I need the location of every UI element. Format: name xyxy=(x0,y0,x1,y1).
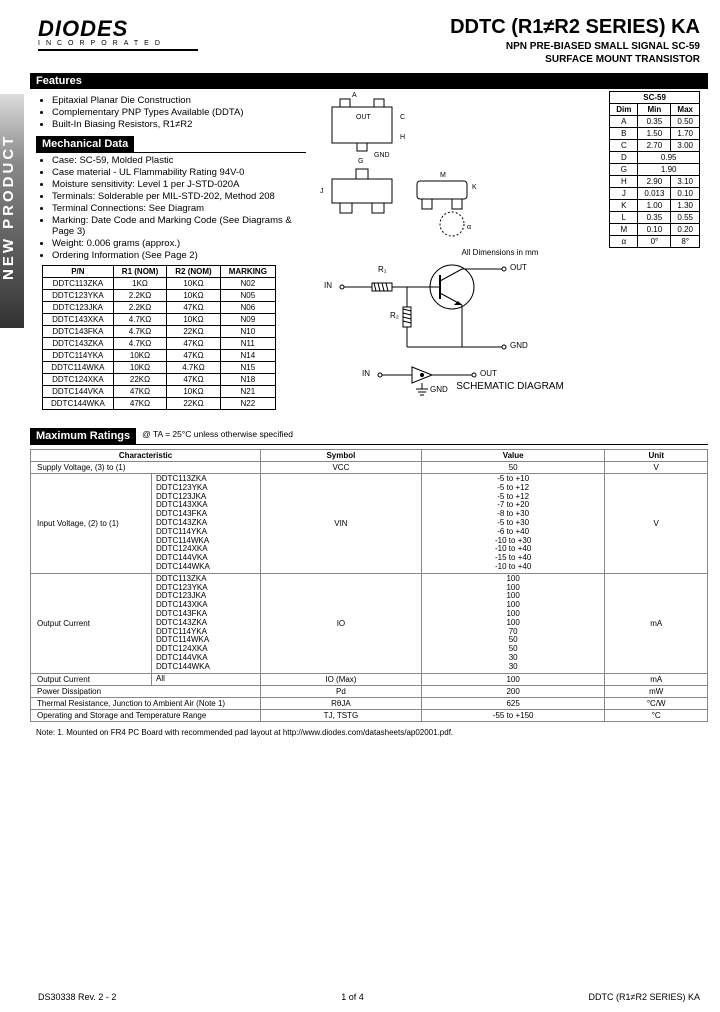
dimension-table: SC-59 DimMinMax A0.350.50 B1.501.70 C2.7… xyxy=(609,91,700,248)
footnote: Note: 1. Mounted on FR4 PC Board with re… xyxy=(30,728,708,737)
in-label2: IN xyxy=(362,369,370,378)
pn-table: P/NR1 (NOM)R2 (NOM)MARKING DDTC113ZKA1KΩ… xyxy=(42,265,276,410)
list-item: Epitaxial Planar Die Construction xyxy=(52,95,306,106)
svg-text:M: M xyxy=(440,172,446,179)
part-subtitle1: NPN PRE-BIASED SMALL SIGNAL SC-59 xyxy=(450,41,700,52)
page: NEW PRODUCT DIODES INCORPORATED DDTC (R1… xyxy=(0,0,720,1012)
out-label2: OUT xyxy=(480,369,497,378)
features-list: Epitaxial Planar Die Construction Comple… xyxy=(36,95,306,130)
content-area: DIODES INCORPORATED DDTC (R1≠R2 SERIES) … xyxy=(30,0,708,1012)
max-ratings-header-row: Maximum Ratings @ TA = 25°C unless other… xyxy=(30,424,708,444)
footnote-label: Note: xyxy=(36,728,55,737)
circuit-diagram: IN R₁ R₂ OUT GND IN OUT GND xyxy=(332,257,532,377)
mechanical-header: Mechanical Data xyxy=(36,136,134,152)
list-item: Ordering Information (See Page 2) xyxy=(52,250,306,261)
svg-text:K: K xyxy=(472,184,477,191)
out-label: OUT xyxy=(510,263,527,272)
list-item: Terminals: Solderable per MIL-STD-202, M… xyxy=(52,191,306,202)
page-footer: DS30338 Rev. 2 - 2 1 of 4 DDTC (R1≠R2 SE… xyxy=(30,988,708,1006)
dimension-caption: All Dimensions in mm xyxy=(312,248,708,257)
max-ratings-condition: @ TA = 25°C unless otherwise specified xyxy=(142,429,293,439)
svg-text:A: A xyxy=(352,92,357,99)
title-block: DDTC (R1≠R2 SERIES) KA NPN PRE-BIASED SM… xyxy=(450,16,700,65)
list-item: Complementary PNP Types Available (DDTA) xyxy=(52,107,306,118)
header: DIODES INCORPORATED DDTC (R1≠R2 SERIES) … xyxy=(30,0,708,69)
footer-mid: 1 of 4 xyxy=(341,992,364,1002)
max-ratings-table: Characteristic Symbol Value Unit Supply … xyxy=(30,449,708,722)
logo-subtext: INCORPORATED xyxy=(38,40,198,47)
footer-right: DDTC (R1≠R2 SERIES) KA xyxy=(589,992,700,1002)
footer-left: DS30338 Rev. 2 - 2 xyxy=(38,992,116,1002)
svg-text:J: J xyxy=(320,188,324,195)
features-row: Epitaxial Planar Die Construction Comple… xyxy=(30,89,708,418)
rule xyxy=(36,152,306,153)
features-col: Epitaxial Planar Die Construction Comple… xyxy=(30,89,312,418)
rule xyxy=(30,444,708,445)
list-item: Moisture sensitivity: Level 1 per J-STD-… xyxy=(52,179,306,190)
package-diagram: OUT C H A GND G J xyxy=(312,89,482,239)
new-product-sidebar: NEW PRODUCT xyxy=(0,94,24,328)
footnote-text: 1. Mounted on FR4 PC Board with recommen… xyxy=(57,728,453,737)
gnd-label: GND xyxy=(510,341,528,350)
list-item: Weight: 0.006 grams (approx.) xyxy=(52,238,306,249)
svg-text:G: G xyxy=(358,158,363,165)
list-item: Built-In Biasing Resistors, R1≠R2 xyxy=(52,119,306,130)
part-title: DDTC (R1≠R2 SERIES) KA xyxy=(450,16,700,39)
svg-text:C: C xyxy=(400,114,405,121)
svg-text:GND: GND xyxy=(374,152,390,159)
diagram-column: SC-59 DimMinMax A0.350.50 B1.501.70 C2.7… xyxy=(312,89,708,418)
max-ratings-header: Maximum Ratings xyxy=(30,428,136,444)
list-item: Case material - UL Flammability Rating 9… xyxy=(52,167,306,178)
r1-label: R₁ xyxy=(378,265,386,274)
list-item: Terminal Connections: See Diagram xyxy=(52,203,306,214)
svg-text:α: α xyxy=(467,224,471,231)
logo-block: DIODES INCORPORATED xyxy=(38,16,198,51)
r2-label: R₂ xyxy=(390,311,399,320)
list-item: Case: SC-59, Molded Plastic xyxy=(52,155,306,166)
list-item: Marking: Date Code and Marking Code (See… xyxy=(52,215,306,237)
part-subtitle2: SURFACE MOUNT TRANSISTOR xyxy=(450,54,700,65)
logo-rule xyxy=(38,49,198,51)
in-label: IN xyxy=(324,281,332,290)
svg-text:OUT: OUT xyxy=(356,114,372,121)
svg-text:H: H xyxy=(400,134,405,141)
gnd-label2: GND xyxy=(430,385,448,394)
features-header: Features xyxy=(30,73,708,89)
mechanical-list: Case: SC-59, Molded Plastic Case materia… xyxy=(36,155,306,261)
logo-text: DIODES xyxy=(38,16,198,42)
